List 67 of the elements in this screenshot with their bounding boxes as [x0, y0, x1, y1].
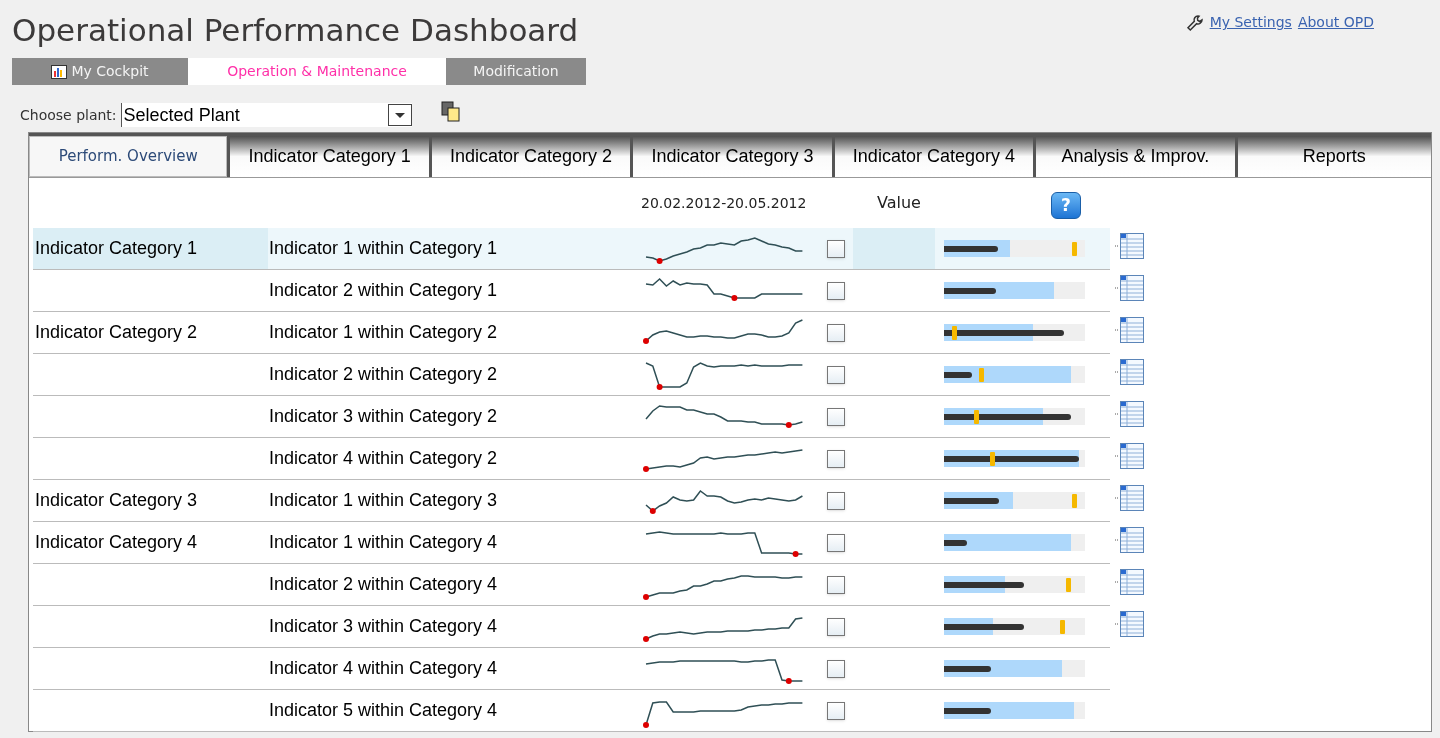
table-icon[interactable]: [1114, 443, 1144, 469]
wrench-icon: [1185, 13, 1204, 32]
indicator-label: Indicator 4 within Category 4: [268, 657, 499, 680]
link[interactable]: About OPD: [1297, 12, 1374, 33]
indicator-label: Indicator 5 within Category 4: [268, 699, 499, 722]
table-icon[interactable]: [1114, 317, 1144, 343]
table-row[interactable]: Indicator 1 within Category 3: [268, 480, 940, 522]
checkbox[interactable]: [827, 491, 845, 510]
checkbox[interactable]: [827, 659, 845, 678]
plant-dropdown[interactable]: Selected Plant: [120, 103, 412, 127]
checkbox[interactable]: [827, 449, 845, 468]
table-row[interactable]: Indicator 4 within Category 2: [268, 438, 940, 480]
checkbox[interactable]: [827, 407, 845, 426]
copy-icon[interactable]: [440, 101, 461, 123]
table-icon[interactable]: [1114, 527, 1144, 553]
table-icon[interactable]: [1114, 233, 1144, 259]
section-tab[interactable]: Reports: [1237, 136, 1431, 177]
table-row[interactable]: Indicator 3 within Category 2: [268, 396, 940, 438]
column-header: Value: [877, 192, 922, 214]
column-header: 20.02.2012-20.05.2012: [641, 193, 808, 213]
category-label: Indicator Category 1: [34, 237, 198, 260]
table-row[interactable]: Indicator 4 within Category 4: [268, 648, 940, 690]
checkbox[interactable]: [827, 323, 845, 342]
indicator-label: Indicator 2 within Category 4: [268, 573, 499, 596]
table-row[interactable]: Indicator 2 within Category 4: [268, 564, 940, 606]
table-row[interactable]: Indicator 1 within Category 4: [268, 522, 940, 564]
indicator-label: Indicator 1 within Category 4: [268, 531, 499, 554]
link[interactable]: My Settings: [1209, 12, 1292, 33]
table-icon[interactable]: [1114, 275, 1144, 301]
indicator-label: Indicator 1 within Category 1: [268, 237, 499, 260]
table-icon[interactable]: [1114, 485, 1144, 511]
checkbox[interactable]: [827, 575, 845, 594]
category-label: Indicator Category 4: [34, 531, 198, 554]
checkbox[interactable]: [827, 365, 845, 384]
field-label: Choose plant:: [20, 105, 117, 125]
indicator-label: Indicator 3 within Category 4: [268, 615, 499, 638]
table-icon[interactable]: [1114, 401, 1144, 427]
table-row[interactable]: Indicator 1 within Category 2: [268, 312, 940, 354]
indicator-label: Indicator 2 within Category 2: [268, 363, 499, 386]
section-tab[interactable]: Perform. Overview: [29, 136, 228, 177]
section-tab[interactable]: Indicator Category 4: [834, 136, 1034, 177]
section-tab[interactable]: Indicator Category 3: [633, 136, 832, 177]
table-icon[interactable]: [1114, 359, 1144, 385]
section-tab[interactable]: Analysis & Improv.: [1036, 136, 1235, 177]
indicator-label: Indicator 4 within Category 2: [268, 447, 499, 470]
checkbox[interactable]: [827, 617, 845, 636]
table-row[interactable]: Indicator 2 within Category 2: [268, 354, 940, 396]
page-title: Operational Performance Dashboard: [12, 11, 579, 50]
checkbox[interactable]: [827, 281, 845, 300]
table-row[interactable]: Indicator 1 within Category 1: [268, 228, 940, 270]
indicator-label: Indicator 1 within Category 3: [268, 489, 499, 512]
checkbox[interactable]: [827, 701, 845, 720]
indicator-label: Indicator 3 within Category 2: [268, 405, 499, 428]
section-tab[interactable]: Indicator Category 1: [230, 136, 429, 177]
category-label: Indicator Category 2: [34, 321, 198, 344]
section-tab[interactable]: Indicator Category 2: [431, 136, 631, 177]
chart-icon: [51, 64, 68, 79]
table-icon[interactable]: [1114, 569, 1144, 595]
table-row[interactable]: Indicator 5 within Category 4: [268, 690, 940, 732]
checkbox[interactable]: [827, 533, 845, 552]
checkbox[interactable]: [827, 239, 845, 258]
category-label: Indicator Category 3: [34, 489, 198, 512]
table-icon[interactable]: [1114, 611, 1144, 637]
indicator-label: Indicator 1 within Category 2: [268, 321, 499, 344]
indicator-label: Indicator 2 within Category 1: [268, 279, 499, 302]
table-row[interactable]: Indicator 3 within Category 4: [268, 606, 940, 648]
table-row[interactable]: Indicator 2 within Category 1: [268, 270, 940, 312]
